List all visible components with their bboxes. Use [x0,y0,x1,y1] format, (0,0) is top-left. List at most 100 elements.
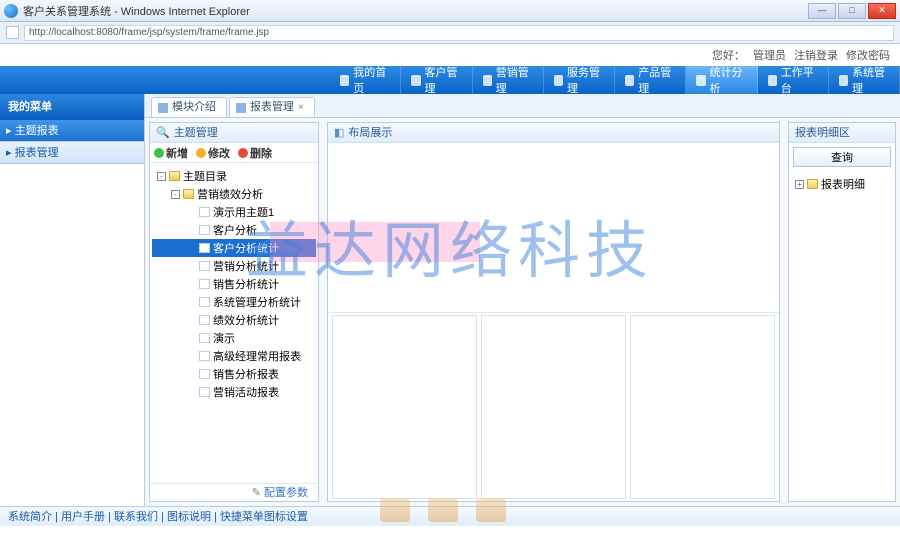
maximize-button[interactable]: □ [838,3,866,19]
tree-node[interactable]: -营销绩效分析 [152,185,316,203]
nav-item[interactable]: 我的首页 [330,66,401,94]
search-icon: 🔍 [156,123,170,143]
detail-tree-root[interactable]: + 报表明细 [793,175,891,193]
footer-link[interactable]: 图标说明 [167,511,211,523]
nav-icon [839,75,848,86]
tab-icon [158,103,168,113]
chart-small-1 [332,315,477,499]
tree-node[interactable]: 销售分析统计 [152,275,316,293]
layout-panel: ◧布局展示 [327,122,780,502]
folder-icon [183,189,194,199]
url-input[interactable] [24,25,894,41]
window-title: 客户关系管理系统 - Windows Internet Explorer [23,3,806,19]
tab-strip: 模块介绍报表管理 × [145,94,900,118]
nav-icon [411,75,420,86]
file-icon [199,333,210,343]
chart-main [328,143,779,313]
file-icon [199,297,210,307]
query-button[interactable]: 查询 [793,147,891,167]
main-nav: 我的首页客户管理营销管理服务管理产品管理统计分析工作平台系统管理 [0,66,900,94]
window-titlebar: 客户关系管理系统 - Windows Internet Explorer — □… [0,0,900,22]
detail-tree: + 报表明细 [789,171,895,197]
tree-node[interactable]: -主题目录 [152,167,316,185]
tree-node[interactable]: 演示用主题1 [152,203,316,221]
edit-button[interactable]: 修改 [196,145,230,161]
app-favicon-icon [4,4,18,18]
taskbar-icons [380,498,506,522]
folder-icon [807,179,818,189]
file-icon [199,315,210,325]
expand-icon[interactable]: - [157,172,166,181]
layout-icon: ◧ [334,123,344,143]
tree-node[interactable]: 客户分析统计 [152,239,316,257]
file-icon [199,279,210,289]
logout-link[interactable]: 注销登录 [794,47,838,63]
footer-link[interactable]: 用户手册 [61,511,105,523]
detail-panel: 报表明细区 查询 + 报表明细 [788,122,896,502]
subject-panel-title: 主题管理 [174,123,218,143]
nav-icon [483,75,492,86]
tree-node[interactable]: 演示 [152,329,316,347]
tree-node[interactable]: 高级经理常用报表 [152,347,316,365]
address-bar [0,22,900,44]
nav-item[interactable]: 营销管理 [473,66,544,94]
chart-small-2 [481,315,626,499]
tab[interactable]: 模块介绍 [151,97,227,117]
nav-icon [625,75,634,86]
delete-icon [238,148,248,158]
tab-icon [236,103,246,113]
changepwd-link[interactable]: 修改密码 [846,47,890,63]
add-icon [154,148,164,158]
footer-link[interactable]: 联系我们 [114,511,158,523]
layout-panel-title: 布局展示 [348,123,392,143]
file-icon [199,243,210,253]
sidebar: 我的菜单 ▸ 主题报表▸ 报表管理 [0,94,145,506]
subject-toolbar: 新增 修改 删除 [150,143,318,163]
page-icon [6,26,19,39]
subject-panel: 🔍主题管理 新增 修改 删除 -主题目录-营销绩效分析演示用主题1客户分析客户分… [149,122,319,502]
tree-node[interactable]: 系统管理分析统计 [152,293,316,311]
detail-panel-title: 报表明细区 [789,123,895,143]
nav-item[interactable]: 客户管理 [401,66,472,94]
add-button[interactable]: 新增 [154,145,188,161]
nav-icon [340,75,349,86]
sidebar-section[interactable]: ▸ 报表管理 [0,142,144,164]
expand-icon[interactable]: + [795,180,804,189]
nav-icon [768,75,777,86]
nav-item[interactable]: 工作平台 [758,66,829,94]
file-icon [199,387,210,397]
tree-node[interactable]: 客户分析 [152,221,316,239]
file-icon [199,351,210,361]
main-area: 模块介绍报表管理 × 🔍主题管理 新增 修改 删除 -主题目录-营销绩效分析演示… [145,94,900,506]
greeting-label: 您好： [712,47,745,63]
file-icon [199,369,210,379]
expand-icon[interactable]: - [171,190,180,199]
nav-icon [554,75,563,86]
nav-item[interactable]: 系统管理 [829,66,900,94]
tab[interactable]: 报表管理 × [229,97,315,117]
tree-node[interactable]: 销售分析报表 [152,365,316,383]
config-link[interactable]: ✎ 配置参数 [150,483,318,501]
nav-item[interactable]: 产品管理 [615,66,686,94]
chart-small-3 [630,315,775,499]
subject-tree: -主题目录-营销绩效分析演示用主题1客户分析客户分析统计营销分析统计销售分析统计… [150,163,318,483]
sidebar-section[interactable]: ▸ 主题报表 [0,120,144,142]
close-button[interactable]: ✕ [868,3,896,19]
footer-link[interactable]: 系统简介 [8,511,52,523]
tree-node[interactable]: 营销活动报表 [152,383,316,401]
admin-link[interactable]: 管理员 [753,47,786,63]
tree-node[interactable]: 营销分析统计 [152,257,316,275]
sidebar-title: 我的菜单 [0,94,144,120]
top-links: 您好： 管理员 注销登录 修改密码 [0,44,900,66]
nav-icon [696,75,705,86]
tab-close-icon[interactable]: × [298,98,304,117]
footer-link[interactable]: 快捷菜单图标设置 [220,511,308,523]
tree-node[interactable]: 绩效分析统计 [152,311,316,329]
pencil-icon: ✎ [252,487,261,499]
file-icon [199,261,210,271]
nav-item[interactable]: 服务管理 [544,66,615,94]
nav-item[interactable]: 统计分析 [686,66,757,94]
minimize-button[interactable]: — [808,3,836,19]
delete-button[interactable]: 删除 [238,145,272,161]
file-icon [199,207,210,217]
